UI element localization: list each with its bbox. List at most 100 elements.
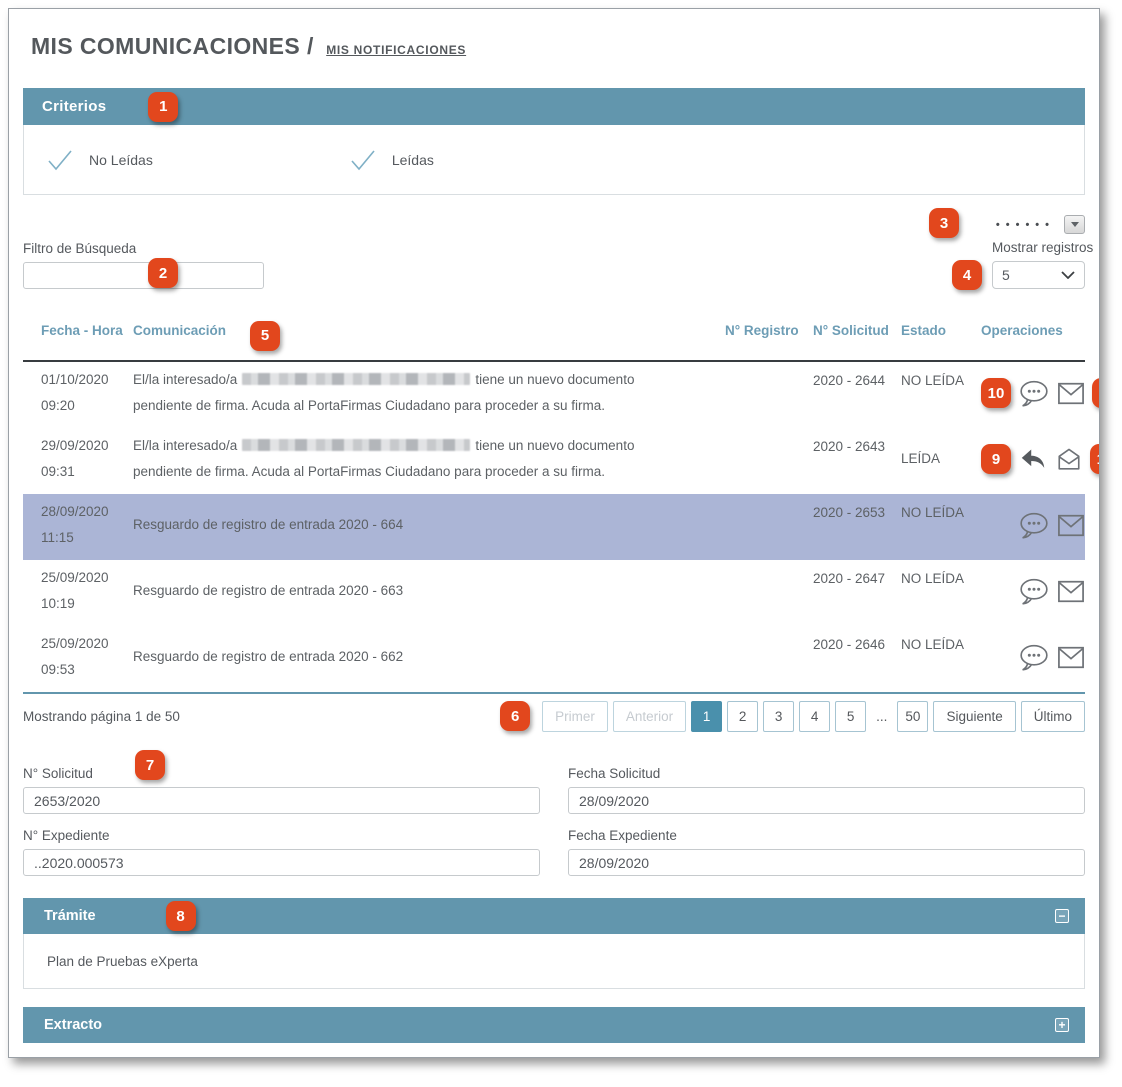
caret-down-icon xyxy=(1071,222,1079,227)
comment-icon[interactable] xyxy=(1018,379,1050,407)
cell-comunicacion: Resguardo de registro de entrada 2020 - … xyxy=(133,565,721,617)
pagination-page-1[interactable]: 1 xyxy=(691,701,722,732)
pagination: Mostrando página 1 de 50 6 Primer Anteri… xyxy=(23,701,1085,732)
pagination-buttons: 6 Primer Anterior 1 2 3 4 5 ... 50 Sigui… xyxy=(500,701,1085,732)
detail-form: 7 N° Solicitud Fecha Solicitud N° Expedi… xyxy=(23,766,1085,876)
cell-fecha: 25/09/2020 10:19 xyxy=(23,565,129,617)
hora: 09:31 xyxy=(41,459,129,485)
cell-registro xyxy=(725,631,809,683)
col-header-comunicacion[interactable]: Comunicación 5 xyxy=(133,321,721,351)
column-dots: •••••• xyxy=(996,219,1055,231)
comment-icon[interactable] xyxy=(1018,577,1050,605)
cell-fecha: 28/09/2020 11:15 xyxy=(23,499,129,551)
cell-solicitud: 2020 - 2646 xyxy=(813,631,897,683)
field-fecha-solicitud: Fecha Solicitud xyxy=(568,766,1085,814)
checkbox-leidas[interactable]: Leídas xyxy=(349,148,434,172)
comment-icon[interactable] xyxy=(1018,643,1050,671)
pagination-page-5[interactable]: 5 xyxy=(835,701,866,732)
controls-row: Filtro de Búsqueda 2 3 •••••• Mostrar re… xyxy=(23,215,1085,309)
chevron-down-icon xyxy=(1061,271,1075,279)
num-expediente-input[interactable] xyxy=(23,849,540,876)
cell-estado: NO LEÍDA xyxy=(901,565,977,617)
annotation-badge-1: 1 xyxy=(148,92,178,122)
tramite-header[interactable]: Trámite 8 − xyxy=(23,898,1085,934)
mail-closed-icon[interactable] xyxy=(1057,646,1085,669)
mail-closed-icon[interactable] xyxy=(1057,514,1085,537)
fecha: 25/09/2020 xyxy=(41,631,129,657)
col-header-estado[interactable]: Estado xyxy=(901,321,977,351)
extracto-header[interactable]: Extracto + xyxy=(23,1007,1085,1043)
cell-registro xyxy=(725,367,809,419)
pagination-first-button[interactable]: Primer xyxy=(542,701,608,732)
table-row-selected[interactable]: 28/09/2020 11:15 Resguardo de registro d… xyxy=(23,494,1085,560)
extracto-section: Extracto + xyxy=(23,1007,1085,1043)
col-header-fecha[interactable]: Fecha - Hora xyxy=(23,321,129,351)
collapse-icon[interactable]: − xyxy=(1055,909,1069,923)
cell-operaciones: 10 11 xyxy=(981,367,1085,419)
mail-closed-icon[interactable] xyxy=(1057,580,1085,603)
field-fecha-expediente: Fecha Expediente xyxy=(568,828,1085,876)
field-label: N° Expediente xyxy=(23,828,540,843)
comment-icon[interactable] xyxy=(1018,511,1050,539)
search-filter-input[interactable] xyxy=(23,262,264,289)
annotation-badge-8: 8 xyxy=(166,901,196,931)
redacted-name xyxy=(242,373,470,385)
annotation-badge-6: 6 xyxy=(500,701,530,731)
checkbox-no-leidas[interactable]: No Leídas xyxy=(46,148,153,172)
col-header-operaciones: Operaciones xyxy=(981,321,1085,351)
pagination-page-50[interactable]: 50 xyxy=(897,701,928,732)
checkbox-label: Leídas xyxy=(392,152,434,168)
annotation-badge-12: 12 xyxy=(1090,444,1100,474)
pagination-page-3[interactable]: 3 xyxy=(763,701,794,732)
pagination-last-button[interactable]: Último xyxy=(1021,701,1085,732)
table-body: 01/10/2020 09:20 El/la interesado/atiene… xyxy=(23,362,1085,694)
num-solicitud-input[interactable] xyxy=(23,787,540,814)
table-row[interactable]: 25/09/2020 09:53 Resguardo de registro d… xyxy=(23,626,1085,692)
table-row[interactable]: 25/09/2020 10:19 Resguardo de registro d… xyxy=(23,560,1085,626)
pagination-page-4[interactable]: 4 xyxy=(799,701,830,732)
cell-solicitud: 2020 - 2644 xyxy=(813,367,897,419)
field-num-solicitud: 7 N° Solicitud xyxy=(23,766,540,814)
checkmark-icon xyxy=(349,148,377,172)
mis-notificaciones-link[interactable]: MIS NOTIFICACIONES xyxy=(326,43,466,57)
cell-comunicacion: Resguardo de registro de entrada 2020 - … xyxy=(133,631,721,683)
expand-icon[interactable]: + xyxy=(1055,1018,1069,1032)
cell-registro xyxy=(725,433,809,485)
checkmark-icon xyxy=(46,148,74,172)
hora: 09:53 xyxy=(41,657,129,683)
table-row[interactable]: 01/10/2020 09:20 El/la interesado/atiene… xyxy=(23,362,1085,428)
page-title: MIS COMUNICACIONES / xyxy=(31,33,314,59)
filter-group: Filtro de Búsqueda 2 xyxy=(23,241,264,289)
pagination-ellipsis: ... xyxy=(871,709,892,724)
page-frame: MIS COMUNICACIONES / MIS NOTIFICACIONES … xyxy=(8,8,1100,1058)
table-header: Fecha - Hora Comunicación 5 N° Registro … xyxy=(23,321,1085,362)
page-size-select[interactable]: 5 xyxy=(992,261,1085,289)
cell-estado: NO LEÍDA xyxy=(901,499,977,551)
reply-icon[interactable] xyxy=(1018,446,1048,472)
col-header-registro[interactable]: N° Registro xyxy=(725,321,809,351)
annotation-badge-10: 10 xyxy=(981,378,1011,408)
cell-operaciones xyxy=(981,565,1085,617)
fecha-solicitud-input[interactable] xyxy=(568,787,1085,814)
criterios-panel: Criterios 1 No Leídas Leídas xyxy=(23,88,1085,195)
mail-open-icon[interactable] xyxy=(1055,446,1083,472)
fecha-expediente-input[interactable] xyxy=(568,849,1085,876)
field-num-expediente: N° Expediente xyxy=(23,828,540,876)
tramite-body: Plan de Pruebas eXperta xyxy=(23,934,1085,989)
column-dropdown-button[interactable] xyxy=(1064,215,1085,234)
cell-fecha: 29/09/2020 09:31 xyxy=(23,433,129,485)
pagination-next-button[interactable]: Siguiente xyxy=(933,701,1015,732)
pagination-page-2[interactable]: 2 xyxy=(727,701,758,732)
table-row[interactable]: 29/09/2020 09:31 El/la interesado/atiene… xyxy=(23,428,1085,494)
cell-operaciones xyxy=(981,631,1085,683)
cell-solicitud: 2020 - 2643 xyxy=(813,433,897,485)
annotation-badge-7: 7 xyxy=(135,750,165,780)
mail-closed-icon[interactable] xyxy=(1057,382,1085,405)
annotation-badge-3: 3 xyxy=(929,208,959,238)
cell-estado: NO LEÍDA xyxy=(901,367,977,419)
criterios-title: Criterios xyxy=(42,98,106,115)
hora: 11:15 xyxy=(41,525,129,551)
texto-prefijo: El/la interesado/a xyxy=(133,438,237,453)
pagination-prev-button[interactable]: Anterior xyxy=(613,701,686,732)
col-header-solicitud[interactable]: N° Solicitud xyxy=(813,321,897,351)
